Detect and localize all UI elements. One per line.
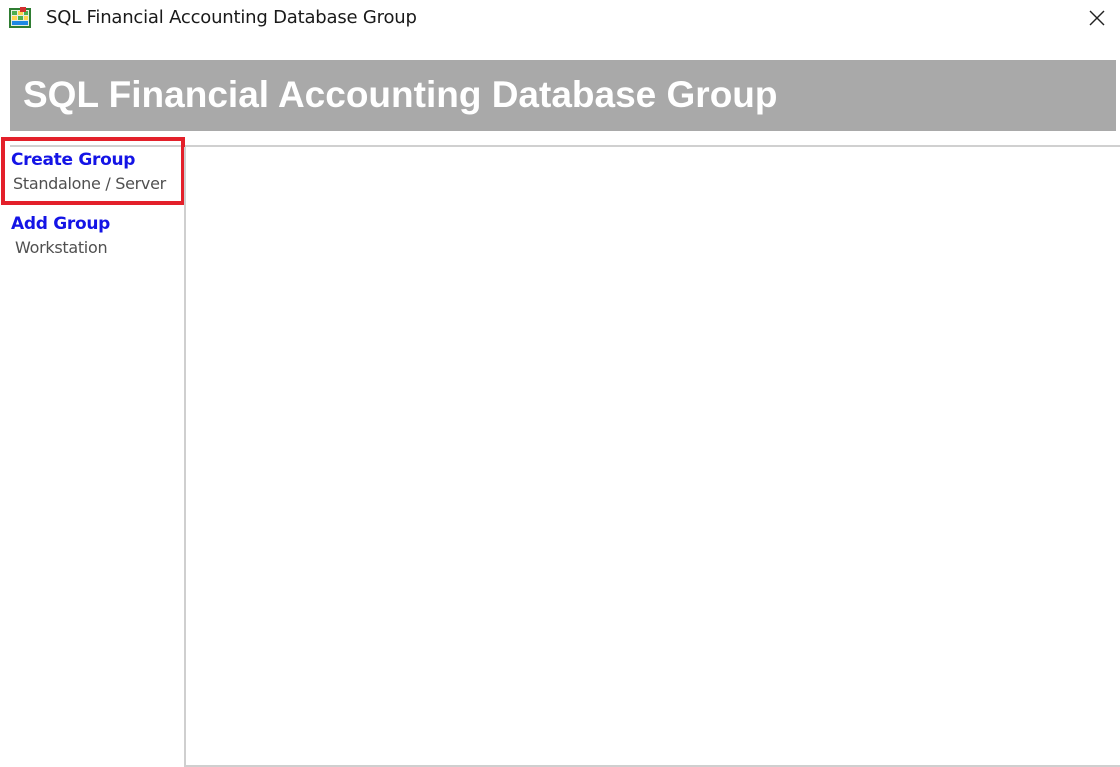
banner-title: SQL Financial Accounting Database Group bbox=[23, 74, 778, 115]
close-button[interactable] bbox=[1074, 0, 1120, 36]
app-icon bbox=[8, 6, 32, 30]
close-icon bbox=[1088, 9, 1106, 27]
sidebar-item-add-group[interactable]: Add Group Workstation bbox=[0, 211, 190, 275]
header-banner: SQL Financial Accounting Database Group bbox=[10, 60, 1116, 131]
content-panel bbox=[184, 147, 1120, 767]
add-group-sublabel: Workstation bbox=[15, 238, 108, 257]
sidebar: Create Group Standalone / Server Add Gro… bbox=[0, 147, 184, 767]
window-title: SQL Financial Accounting Database Group bbox=[46, 7, 417, 28]
highlight-annotation bbox=[1, 137, 185, 205]
app-window: SQL Financial Accounting Database Group … bbox=[0, 0, 1120, 767]
title-bar: SQL Financial Accounting Database Group bbox=[0, 0, 1120, 38]
add-group-link[interactable]: Add Group bbox=[11, 214, 110, 234]
